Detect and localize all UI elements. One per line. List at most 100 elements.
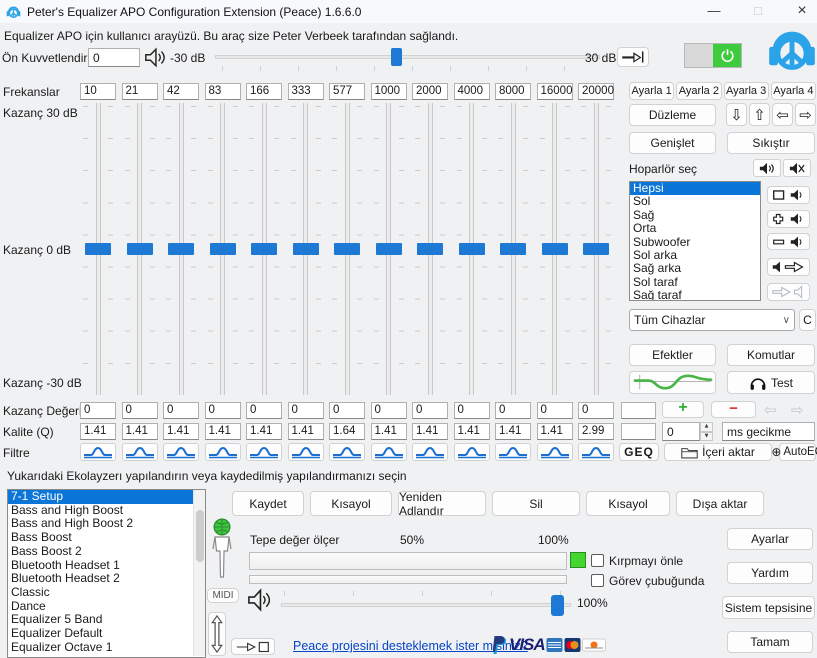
gain-input[interactable]: 0 xyxy=(370,402,407,419)
preset-list-item[interactable]: 7-1 Setup xyxy=(8,490,205,504)
freq-input[interactable]: 4000 xyxy=(453,83,490,100)
eq-slider-handle[interactable] xyxy=(251,243,277,255)
move-left-button[interactable]: ⇦ xyxy=(772,103,793,126)
q-input[interactable]: 1.41 xyxy=(80,423,116,440)
preset-list-item[interactable]: Dance xyxy=(8,599,205,614)
gain-input[interactable]: 0 xyxy=(163,402,199,419)
eq-band-slider[interactable] xyxy=(454,103,490,395)
ok-button[interactable]: Tamam xyxy=(727,631,813,653)
gain-input[interactable]: 0 xyxy=(246,402,282,419)
test-button[interactable]: Test xyxy=(727,371,815,394)
freq-input[interactable]: 20000 xyxy=(578,83,614,100)
speaker-remove-button[interactable] xyxy=(767,233,810,250)
help-button[interactable]: Yardım xyxy=(727,562,813,584)
volume-speaker-icon[interactable] xyxy=(247,588,272,612)
q-input[interactable]: 2.99 xyxy=(578,423,614,440)
eq-band-slider[interactable] xyxy=(537,103,573,395)
eq-band-slider[interactable] xyxy=(80,103,116,395)
export-button[interactable]: Dışa aktar xyxy=(676,491,764,516)
speaker-unmute-button[interactable] xyxy=(753,159,781,177)
eq-band-slider[interactable] xyxy=(578,103,614,395)
q-input[interactable]: 1.41 xyxy=(163,423,199,440)
filter-button[interactable] xyxy=(495,443,531,461)
q-input[interactable]: 1.41 xyxy=(370,423,407,440)
route-button[interactable] xyxy=(231,638,275,655)
q-input[interactable]: 1.41 xyxy=(246,423,282,440)
q-input[interactable]: 1.64 xyxy=(329,423,365,440)
freq-input[interactable]: 42 xyxy=(163,83,199,100)
spin-up-icon[interactable]: ▲ xyxy=(700,422,713,432)
eq-band-slider[interactable] xyxy=(122,103,158,395)
q-input[interactable]: 1.41 xyxy=(287,423,324,440)
swap-vertical-button[interactable] xyxy=(208,612,226,656)
filter-button[interactable] xyxy=(80,443,116,461)
filter-button[interactable] xyxy=(287,443,324,461)
system-tray-button[interactable]: Sistem tepsisine xyxy=(722,596,815,619)
set-button[interactable]: Ayarla 3 xyxy=(723,82,769,100)
preamp-slider-handle[interactable] xyxy=(391,48,402,66)
gain-input[interactable]: 0 xyxy=(453,402,490,419)
delay-input[interactable]: 0 xyxy=(662,422,700,441)
speaker-mute-button[interactable] xyxy=(783,159,811,177)
eq-slider-handle[interactable] xyxy=(417,243,443,255)
compress-button[interactable]: Sıkıştır xyxy=(727,132,815,154)
effects-button[interactable]: Efektler xyxy=(629,344,716,366)
speaker-list-item[interactable]: Orta xyxy=(630,221,760,235)
gain-input[interactable]: 0 xyxy=(204,402,241,419)
eq-slider-handle[interactable] xyxy=(541,243,568,255)
autoeq-button[interactable]: ⊕ AutoEQ xyxy=(771,443,817,461)
flatten-button[interactable]: Düzleme xyxy=(629,104,716,126)
device-dropdown[interactable]: Tüm Cihazlar ∨ xyxy=(629,309,795,331)
save-button[interactable]: Kaydet xyxy=(232,491,304,516)
speaker-list-item[interactable]: Sağ arka xyxy=(630,262,760,276)
eq-slider-handle[interactable] xyxy=(500,243,526,255)
speaker-list-item[interactable]: Sol taraf xyxy=(630,275,760,289)
eq-band-slider[interactable] xyxy=(246,103,282,395)
eq-slider-handle[interactable] xyxy=(126,243,153,255)
freq-input[interactable]: 16000 xyxy=(536,83,573,100)
gain-input[interactable]: 0 xyxy=(329,402,365,419)
move-right-button[interactable]: ⇨ xyxy=(795,103,816,126)
eq-slider-handle[interactable] xyxy=(334,243,360,255)
filter-button[interactable] xyxy=(370,443,407,461)
freq-input[interactable]: 10 xyxy=(80,83,116,100)
filter-button[interactable] xyxy=(163,443,199,461)
q-input[interactable]: 1.41 xyxy=(412,423,448,440)
preset-scrollbar[interactable] xyxy=(193,490,205,656)
eq-band-slider[interactable] xyxy=(205,103,241,395)
speaker-list-item[interactable]: Sol arka xyxy=(630,248,760,262)
preset-list-item[interactable]: Classic xyxy=(8,585,205,600)
filter-button[interactable] xyxy=(329,443,365,461)
preset-listbox[interactable]: 7-1 Setup Bass and High Boost Bass and Hig… xyxy=(7,489,206,658)
commands-button[interactable]: Komutlar xyxy=(727,344,815,366)
preset-list-item[interactable]: Equalizer Default xyxy=(8,626,205,641)
q-input[interactable]: 1.41 xyxy=(204,423,241,440)
speaker-list-item[interactable]: Hepsi xyxy=(630,182,760,196)
speaker-list-item[interactable]: Sağ taraf xyxy=(630,288,760,300)
set-button[interactable]: Ayarla 4 xyxy=(770,82,816,100)
freq-input[interactable]: 2000 xyxy=(412,83,448,100)
speaker-add-button[interactable] xyxy=(767,210,810,228)
gain-input[interactable]: 0 xyxy=(412,402,448,419)
eq-band-slider[interactable] xyxy=(163,103,199,395)
gain-extra-input[interactable] xyxy=(621,402,656,419)
prevent-clipping-checkbox[interactable] xyxy=(591,554,604,567)
widen-button[interactable]: Genişlet xyxy=(629,132,716,154)
preset-list-item[interactable]: Equalizer 5 Band xyxy=(8,613,205,627)
filter-button[interactable] xyxy=(121,443,158,461)
filter-button[interactable] xyxy=(536,443,573,461)
remove-band-button[interactable]: − xyxy=(711,400,756,418)
speaker-listbox[interactable]: Hepsi Sol Sağ Orta Subwoofer Sol arka Sağ arka… xyxy=(629,181,761,301)
listening-person-icon[interactable] xyxy=(209,518,235,580)
move-up-button[interactable]: ⇧ xyxy=(749,103,770,126)
set-button[interactable]: Ayarla 2 xyxy=(676,82,722,100)
eq-slider-handle[interactable] xyxy=(458,243,485,255)
freq-input[interactable]: 21 xyxy=(121,83,158,100)
preset-list-item[interactable]: Bass and High Boost 2 xyxy=(8,517,205,531)
eq-slider-handle[interactable] xyxy=(292,243,319,255)
preset-list-item[interactable]: Bass and High Boost xyxy=(8,503,205,518)
gain-input[interactable]: 0 xyxy=(121,402,158,419)
preset-list-item[interactable]: Equalizer Octave 1 xyxy=(8,640,205,655)
preamp-apply-button[interactable] xyxy=(617,47,649,67)
shortcut-button[interactable]: Kısayol xyxy=(310,491,392,516)
